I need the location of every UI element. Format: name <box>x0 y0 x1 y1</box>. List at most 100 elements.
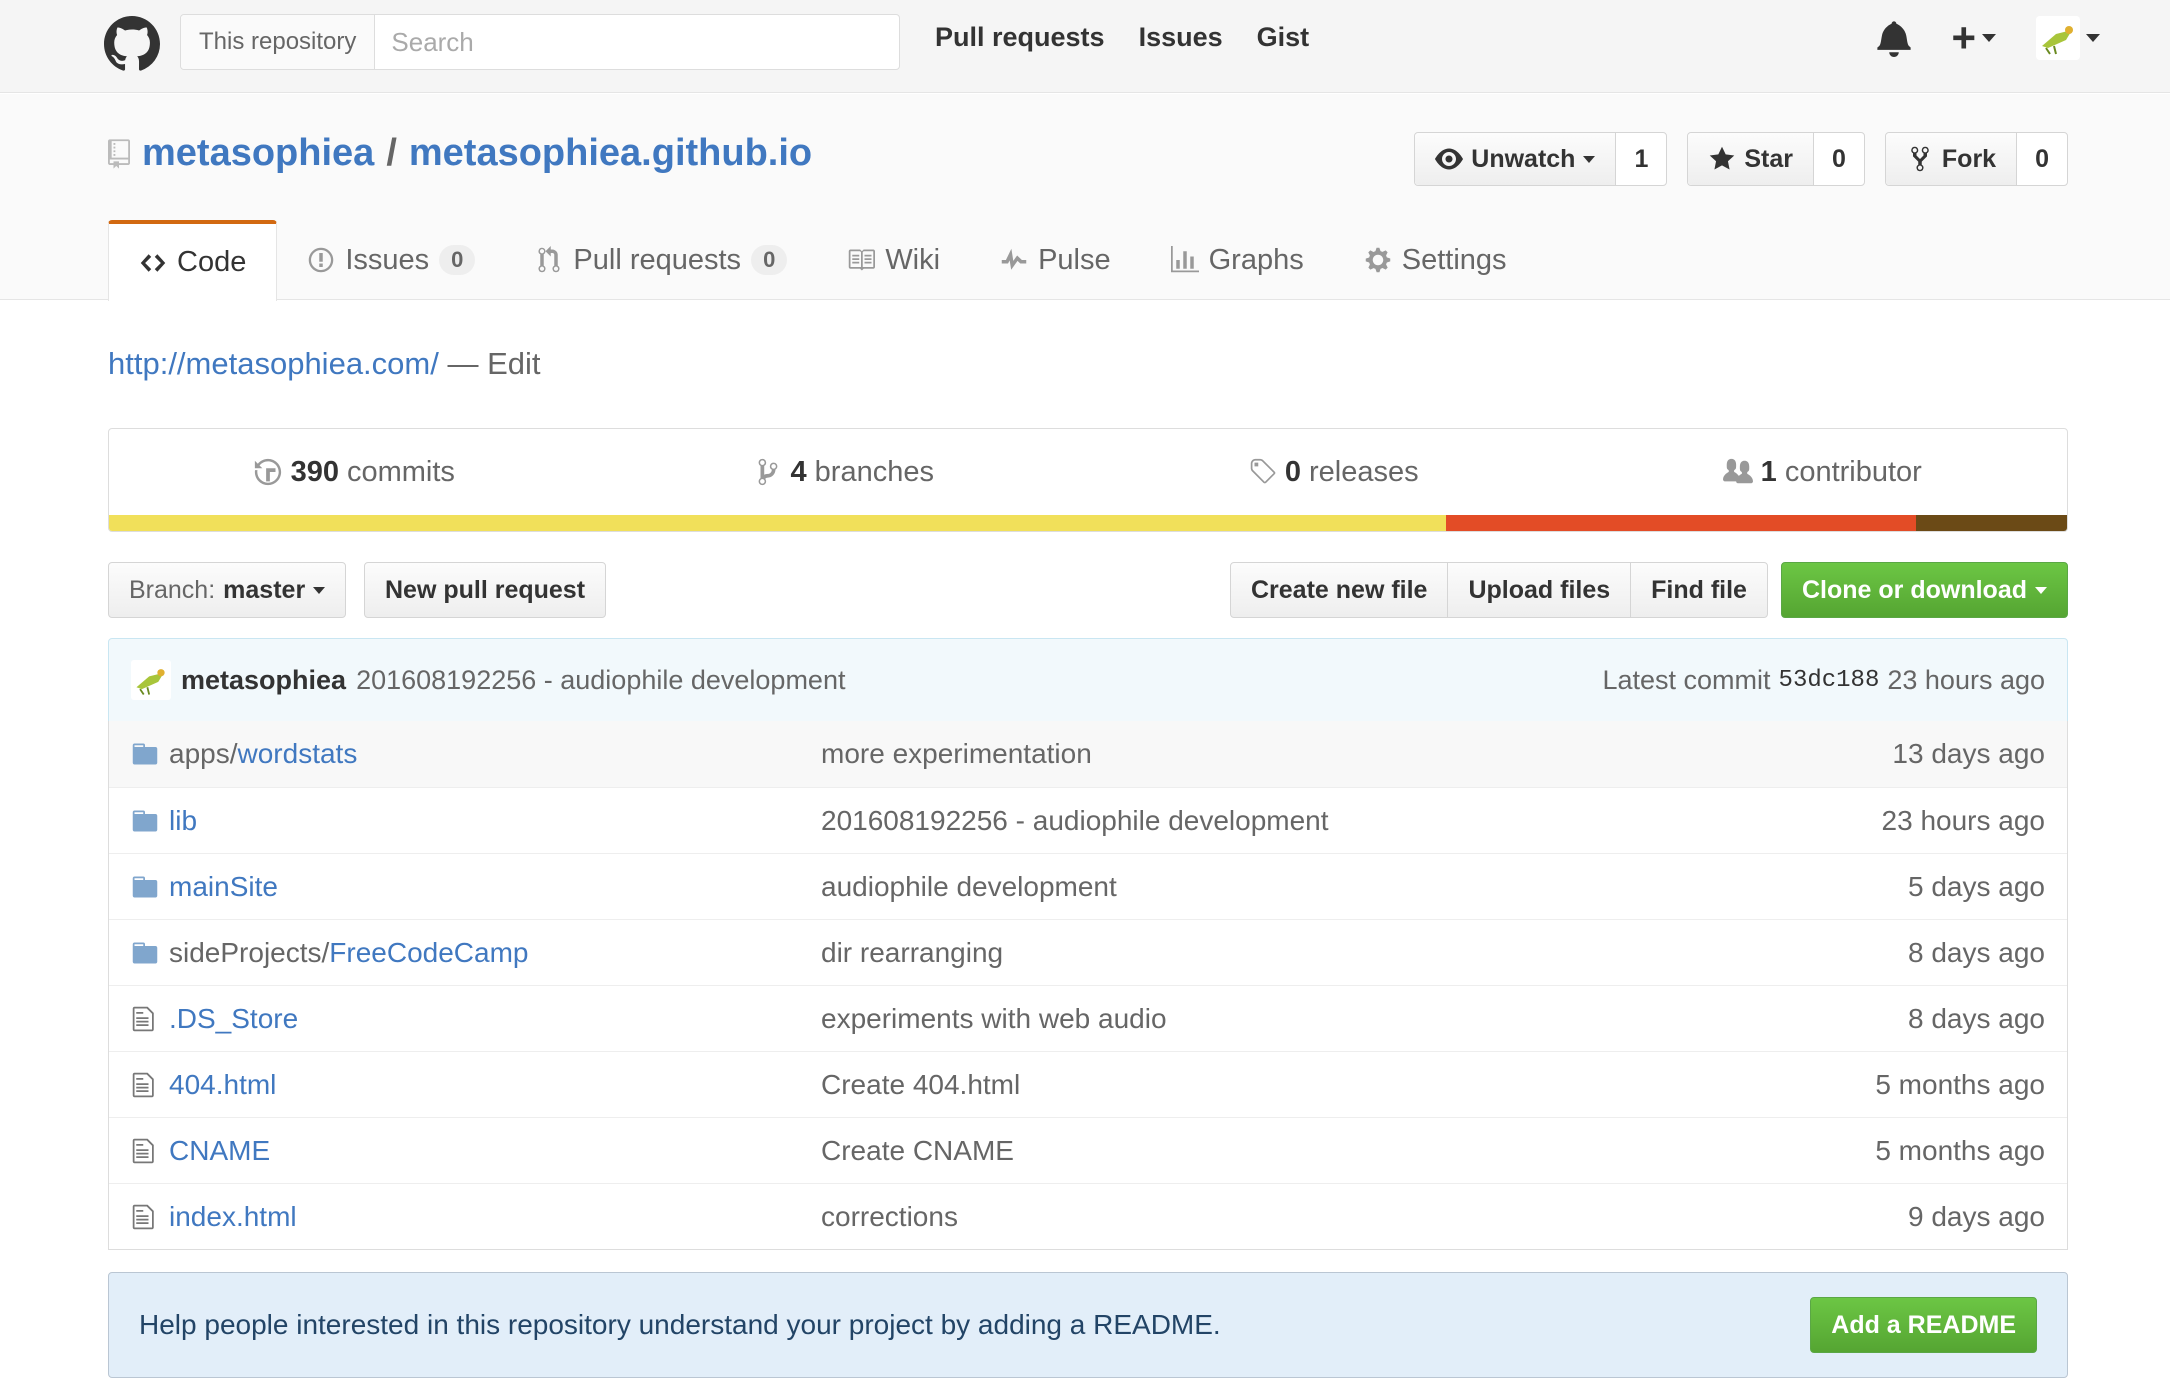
fork-group: Fork 0 <box>1884 132 2068 186</box>
watchers-count[interactable]: 1 <box>1616 133 1666 185</box>
file-commit-message[interactable]: more experimentation <box>821 738 1892 770</box>
releases-count: 0 <box>1284 455 1301 488</box>
tab-graphs-label: Graphs <box>1208 243 1304 276</box>
file-commit-message[interactable]: experiments with web audio <box>821 1003 1908 1035</box>
chevron-down-icon <box>1583 155 1596 163</box>
chevron-down-icon <box>313 586 326 594</box>
file-commit-message[interactable]: Create CNAME <box>821 1135 1875 1167</box>
notification-bell-icon[interactable] <box>1877 19 1912 57</box>
repo-name-link[interactable]: metasophiea.github.io <box>409 132 812 175</box>
book-icon <box>849 249 876 271</box>
releases-label: releases <box>1309 455 1419 488</box>
latest-commit-info: Latest commit 53dc188 23 hours ago <box>1602 665 2045 696</box>
tab-wiki[interactable]: Wiki <box>817 220 970 300</box>
file-name-link[interactable]: 404.html <box>169 1069 276 1100</box>
tab-pulse[interactable]: Pulse <box>970 220 1141 300</box>
search-input[interactable] <box>375 15 899 69</box>
file-commit-message[interactable]: corrections <box>821 1201 1908 1233</box>
tab-settings[interactable]: Settings <box>1334 220 1537 300</box>
file-row: CNAME Create CNAME 5 months ago <box>109 1117 2067 1183</box>
nav-pull-requests[interactable]: Pull requests <box>935 22 1105 53</box>
file-name-link[interactable]: lib <box>169 805 197 836</box>
header-user-actions: + <box>1877 16 2100 60</box>
tab-issues[interactable]: Issues 0 <box>277 220 505 300</box>
tab-pull-requests[interactable]: Pull requests 0 <box>505 220 817 300</box>
commits-summary[interactable]: 390 commits <box>109 429 599 515</box>
language-segment[interactable] <box>1446 515 1917 531</box>
repo-summary: 390 commits 4 branches 0 releases 1 cont… <box>108 428 2068 532</box>
commit-sha-link[interactable]: 53dc188 <box>1779 667 1880 694</box>
star-button[interactable]: Star <box>1688 133 1814 185</box>
file-icon <box>132 1006 154 1031</box>
header-nav: Pull requests Issues Gist <box>935 22 1309 53</box>
file-list: apps/wordstats more experimentation 13 day… <box>108 721 2068 1250</box>
file-name-link[interactable]: mainSite <box>169 871 278 902</box>
file-name-link[interactable]: FreeCodeCamp <box>329 937 528 968</box>
nav-gist[interactable]: Gist <box>1257 22 1310 53</box>
language-segment[interactable] <box>1916 515 2067 531</box>
people-icon <box>1722 458 1753 484</box>
star-icon <box>1710 146 1735 170</box>
contributors-count: 1 <box>1760 455 1777 488</box>
nav-issues[interactable]: Issues <box>1139 22 1223 53</box>
file-commit-message[interactable]: dir rearranging <box>821 937 1908 969</box>
file-name-link[interactable]: .DS_Store <box>169 1003 298 1034</box>
commit-author-link[interactable]: metasophiea <box>181 665 346 696</box>
branches-summary[interactable]: 4 branches <box>599 429 1089 515</box>
releases-summary[interactable]: 0 releases <box>1088 429 1578 515</box>
github-logo-icon[interactable] <box>104 16 160 72</box>
edit-description-link[interactable]: — Edit <box>439 346 540 381</box>
graph-icon <box>1170 246 1199 273</box>
file-row: mainSite audiophile development 5 days ago <box>109 853 2067 919</box>
file-name-link[interactable]: CNAME <box>169 1135 270 1166</box>
contributors-summary[interactable]: 1 contributor <box>1578 429 2068 515</box>
add-readme-button[interactable]: Add a README <box>1810 1297 2037 1353</box>
tab-graphs[interactable]: Graphs <box>1141 220 1334 300</box>
commits-label: commits <box>346 455 455 488</box>
file-commit-message[interactable]: audiophile development <box>821 871 1908 903</box>
stars-count[interactable]: 0 <box>1814 133 1864 185</box>
branches-label: branches <box>814 455 934 488</box>
clone-label: Clone or download <box>1802 575 2027 604</box>
language-bar[interactable] <box>109 515 2067 531</box>
avatar <box>2036 16 2080 60</box>
tab-pulse-label: Pulse <box>1038 243 1111 276</box>
tab-code[interactable]: Code <box>108 220 278 301</box>
file-row: 404.html Create 404.html 5 months ago <box>109 1051 2067 1117</box>
clone-or-download-button[interactable]: Clone or download <box>1781 562 2068 618</box>
search-box: This repository <box>180 14 900 70</box>
file-name-cell: mainSite <box>169 871 821 903</box>
tab-settings-label: Settings <box>1401 243 1507 276</box>
file-path-prefix: sideProjects/ <box>169 936 330 968</box>
forks-count[interactable]: 0 <box>2017 133 2067 185</box>
avatar[interactable] <box>131 660 171 700</box>
find-file-button[interactable]: Find file <box>1630 562 1768 618</box>
homepage-link[interactable]: http://metasophiea.com/ <box>108 346 439 381</box>
chevron-down-icon <box>2086 34 2100 42</box>
unwatch-button[interactable]: Unwatch <box>1415 133 1617 185</box>
user-menu-dropdown[interactable] <box>2036 16 2100 60</box>
code-icon <box>140 253 166 272</box>
latest-commit-prefix: Latest commit <box>1602 664 1771 695</box>
file-row: apps/wordstats more experimentation 13 day… <box>109 721 2067 787</box>
folder-icon <box>132 810 158 831</box>
commit-message-link[interactable]: 201608192256 - audiophile development <box>356 665 845 696</box>
file-commit-message[interactable]: Create 404.html <box>821 1069 1875 1101</box>
file-name-cell: apps/wordstats <box>169 738 821 770</box>
pull-request-icon <box>538 246 560 273</box>
create-new-dropdown[interactable]: + <box>1951 17 1996 59</box>
upload-files-button[interactable]: Upload files <box>1447 562 1632 618</box>
file-name-link[interactable]: wordstats <box>238 738 358 769</box>
fork-button[interactable]: Fork <box>1885 133 2018 185</box>
file-navigation: Branch: master New pull request Create n… <box>108 562 2068 618</box>
language-segment[interactable] <box>109 515 1447 531</box>
file-commit-message[interactable]: 201608192256 - audiophile development <box>821 805 1882 837</box>
unwatch-label: Unwatch <box>1471 144 1576 173</box>
new-pull-request-button[interactable]: New pull request <box>364 562 607 618</box>
create-new-file-button[interactable]: Create new file <box>1230 562 1449 618</box>
file-row: index.html corrections 9 days ago <box>109 1183 2067 1249</box>
branch-select-button[interactable]: Branch: master <box>108 562 347 618</box>
latest-commit-bar: metasophiea 201608192256 - audiophile de… <box>108 638 2068 722</box>
repo-owner-link[interactable]: metasophiea <box>142 132 374 175</box>
file-name-link[interactable]: index.html <box>169 1201 297 1232</box>
